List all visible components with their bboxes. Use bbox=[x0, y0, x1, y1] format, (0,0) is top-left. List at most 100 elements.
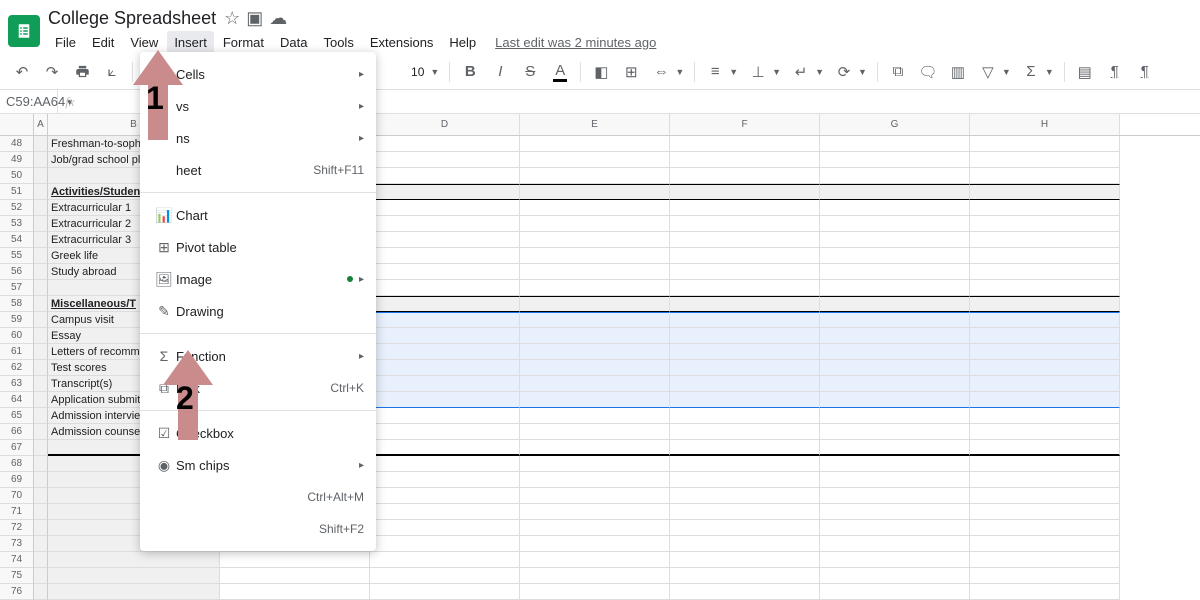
cell[interactable] bbox=[34, 536, 48, 552]
cell[interactable] bbox=[820, 184, 970, 200]
move-icon[interactable]: ▣ bbox=[246, 8, 263, 29]
row-header[interactable]: 48 bbox=[0, 136, 34, 152]
cell[interactable] bbox=[970, 280, 1120, 296]
cell[interactable] bbox=[370, 584, 520, 600]
row-header[interactable]: 69 bbox=[0, 472, 34, 488]
cell[interactable] bbox=[970, 568, 1120, 584]
cell[interactable] bbox=[670, 248, 820, 264]
cell[interactable] bbox=[670, 408, 820, 424]
cell[interactable] bbox=[970, 248, 1120, 264]
redo-button[interactable]: ↷ bbox=[38, 58, 66, 86]
cell[interactable] bbox=[34, 328, 48, 344]
row-header[interactable]: 66 bbox=[0, 424, 34, 440]
cell[interactable] bbox=[970, 520, 1120, 536]
cell[interactable] bbox=[520, 312, 670, 328]
select-all-corner[interactable] bbox=[0, 114, 34, 135]
cell[interactable] bbox=[970, 184, 1120, 200]
cell[interactable] bbox=[48, 552, 220, 568]
cell[interactable] bbox=[820, 440, 970, 456]
cell[interactable] bbox=[370, 424, 520, 440]
cell[interactable] bbox=[820, 520, 970, 536]
cell[interactable] bbox=[520, 200, 670, 216]
cell[interactable] bbox=[34, 200, 48, 216]
undo-button[interactable]: ↶ bbox=[8, 58, 36, 86]
italic-button[interactable]: I bbox=[486, 58, 514, 86]
cell[interactable] bbox=[34, 392, 48, 408]
row-header[interactable]: 58 bbox=[0, 296, 34, 312]
cell[interactable] bbox=[520, 296, 670, 312]
row-header[interactable]: 52 bbox=[0, 200, 34, 216]
cell[interactable] bbox=[520, 472, 670, 488]
row-header[interactable]: 71 bbox=[0, 504, 34, 520]
cell[interactable] bbox=[48, 584, 220, 600]
cell[interactable] bbox=[34, 488, 48, 504]
borders-button[interactable]: ⊞ bbox=[617, 58, 645, 86]
cell[interactable] bbox=[670, 264, 820, 280]
merge-button[interactable]: ⇔ bbox=[647, 58, 675, 86]
cell[interactable] bbox=[670, 392, 820, 408]
row-header[interactable]: 64 bbox=[0, 392, 34, 408]
cell[interactable] bbox=[970, 136, 1120, 152]
cell[interactable] bbox=[970, 200, 1120, 216]
cell[interactable] bbox=[820, 344, 970, 360]
cell[interactable] bbox=[34, 376, 48, 392]
cell[interactable] bbox=[370, 136, 520, 152]
cell[interactable] bbox=[34, 552, 48, 568]
fillcolor-button[interactable]: ◧ bbox=[587, 58, 615, 86]
cell[interactable] bbox=[370, 264, 520, 280]
cell[interactable] bbox=[670, 296, 820, 312]
cell[interactable] bbox=[34, 472, 48, 488]
menu-item[interactable]: 📊Chart bbox=[140, 199, 376, 231]
cell[interactable] bbox=[670, 488, 820, 504]
cell[interactable] bbox=[820, 456, 970, 472]
star-icon[interactable]: ☆ bbox=[224, 8, 240, 29]
menu-data[interactable]: Data bbox=[273, 31, 314, 54]
cell[interactable] bbox=[820, 552, 970, 568]
cell[interactable] bbox=[520, 344, 670, 360]
menu-item[interactable]: heetShift+F11 bbox=[140, 154, 376, 186]
row-header[interactable]: 65 bbox=[0, 408, 34, 424]
cell[interactable] bbox=[34, 296, 48, 312]
cell[interactable] bbox=[820, 264, 970, 280]
menu-file[interactable]: File bbox=[48, 31, 83, 54]
cell[interactable] bbox=[220, 584, 370, 600]
cell[interactable] bbox=[670, 328, 820, 344]
cell[interactable] bbox=[970, 552, 1120, 568]
cell[interactable] bbox=[34, 584, 48, 600]
cell[interactable] bbox=[970, 328, 1120, 344]
cell[interactable] bbox=[520, 216, 670, 232]
menu-item[interactable]: 🖼Image▸ bbox=[140, 263, 376, 295]
cell[interactable] bbox=[520, 504, 670, 520]
cell[interactable] bbox=[34, 360, 48, 376]
cell[interactable] bbox=[670, 456, 820, 472]
cell[interactable] bbox=[520, 264, 670, 280]
cell[interactable] bbox=[520, 456, 670, 472]
cell[interactable] bbox=[370, 456, 520, 472]
row-header[interactable]: 70 bbox=[0, 488, 34, 504]
cell[interactable] bbox=[970, 536, 1120, 552]
col-header-d[interactable]: D bbox=[370, 114, 520, 135]
cell[interactable] bbox=[820, 504, 970, 520]
cell[interactable] bbox=[370, 168, 520, 184]
cell[interactable] bbox=[970, 488, 1120, 504]
cell[interactable] bbox=[970, 456, 1120, 472]
cell[interactable] bbox=[670, 504, 820, 520]
cell[interactable] bbox=[34, 312, 48, 328]
cell[interactable] bbox=[370, 344, 520, 360]
link-button[interactable]: ⧉ bbox=[884, 58, 912, 86]
cell[interactable] bbox=[520, 168, 670, 184]
menu-item[interactable]: ⊞Pivot table bbox=[140, 231, 376, 263]
col-header-e[interactable]: E bbox=[520, 114, 670, 135]
cell[interactable] bbox=[670, 200, 820, 216]
cell[interactable] bbox=[34, 504, 48, 520]
cell[interactable] bbox=[520, 552, 670, 568]
cell[interactable] bbox=[820, 376, 970, 392]
cell[interactable] bbox=[820, 424, 970, 440]
row-header[interactable]: 49 bbox=[0, 152, 34, 168]
cell[interactable] bbox=[520, 392, 670, 408]
cell[interactable] bbox=[970, 440, 1120, 456]
cell[interactable] bbox=[34, 216, 48, 232]
cell[interactable] bbox=[34, 344, 48, 360]
cell[interactable] bbox=[670, 136, 820, 152]
cell[interactable] bbox=[820, 584, 970, 600]
